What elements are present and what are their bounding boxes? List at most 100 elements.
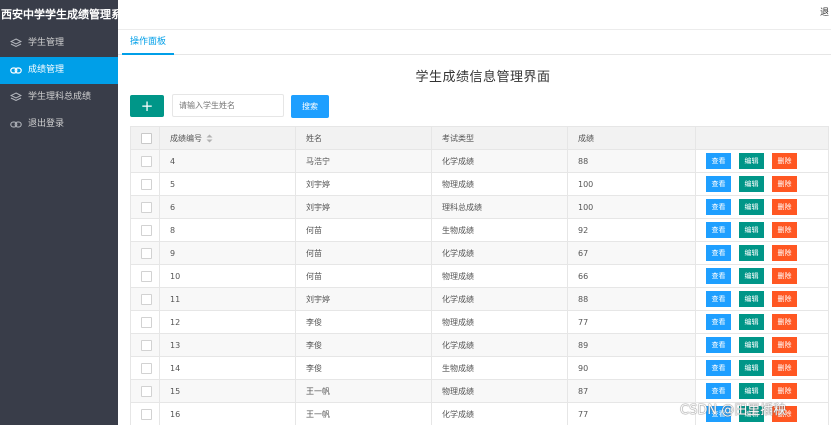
delete-button[interactable]: 删除: [772, 199, 797, 215]
table-row: 8 何苗 生物成绩 92 查看 编辑 删除: [130, 218, 829, 242]
search-button[interactable]: 搜索: [291, 95, 329, 118]
edit-button[interactable]: 编辑: [739, 176, 764, 192]
cell-score: 88: [567, 287, 696, 311]
cell-grade-id: 4: [159, 149, 296, 173]
cell-actions: 查看 编辑 删除: [695, 218, 829, 242]
edit-button[interactable]: 编辑: [739, 222, 764, 238]
view-button[interactable]: 查看: [706, 199, 731, 215]
cell-grade-id: 9: [159, 241, 296, 265]
cell-student-name: 刘宇婷: [295, 195, 432, 219]
cell-student-name: 刘宇婷: [295, 172, 432, 196]
sort-icon[interactable]: [206, 134, 213, 143]
edit-button[interactable]: 编辑: [739, 268, 764, 284]
view-button[interactable]: 查看: [706, 314, 731, 330]
row-checkbox[interactable]: [141, 155, 152, 167]
cell-score: 100: [567, 172, 696, 196]
layers-icon: [10, 38, 22, 49]
view-button[interactable]: 查看: [706, 176, 731, 192]
row-checkbox[interactable]: [141, 316, 152, 328]
table-row: 11 刘宇婷 化学成绩 88 查看 编辑 删除: [130, 287, 829, 311]
cell-student-name: 李俊: [295, 333, 432, 357]
view-button[interactable]: 查看: [706, 360, 731, 376]
delete-button[interactable]: 删除: [772, 291, 797, 307]
row-checkbox[interactable]: [141, 339, 152, 351]
cell-actions: 查看 编辑 删除: [695, 149, 829, 173]
row-checkbox[interactable]: [141, 293, 152, 305]
edit-button[interactable]: 编辑: [739, 153, 764, 169]
row-checkbox[interactable]: [141, 362, 152, 374]
view-button[interactable]: 查看: [706, 245, 731, 261]
edit-button[interactable]: 编辑: [739, 383, 764, 399]
view-button[interactable]: 查看: [706, 222, 731, 238]
view-button[interactable]: 查看: [706, 153, 731, 169]
edit-button[interactable]: 编辑: [739, 291, 764, 307]
row-checkbox[interactable]: [141, 270, 152, 282]
cell-exam-type: 物理成绩: [431, 264, 568, 288]
cell-exam-type: 化学成绩: [431, 241, 568, 265]
sidebar-item-student-management[interactable]: 学生管理: [0, 30, 118, 57]
column-header-name: 姓名: [295, 126, 432, 150]
row-checkbox[interactable]: [141, 385, 152, 397]
cell-grade-id: 13: [159, 333, 296, 357]
cell-student-name: 李俊: [295, 356, 432, 380]
row-select-cell: [130, 218, 160, 242]
row-checkbox[interactable]: [141, 178, 152, 190]
edit-button[interactable]: 编辑: [739, 360, 764, 376]
app-title: 西安中学学生成绩管理系: [0, 0, 118, 30]
cell-actions: 查看 编辑 删除: [695, 310, 829, 334]
add-record-button[interactable]: +: [130, 95, 164, 117]
cell-student-name: 何苗: [295, 241, 432, 265]
view-button[interactable]: 查看: [706, 337, 731, 353]
edit-button[interactable]: 编辑: [739, 245, 764, 261]
cell-actions: 查看 编辑 删除: [695, 356, 829, 380]
cell-exam-type: 化学成绩: [431, 333, 568, 357]
row-checkbox[interactable]: [141, 247, 152, 259]
layers-icon: [10, 92, 22, 103]
cell-score: 66: [567, 264, 696, 288]
cell-student-name: 李俊: [295, 310, 432, 334]
delete-button[interactable]: 删除: [772, 176, 797, 192]
delete-button[interactable]: 删除: [772, 268, 797, 284]
edit-button[interactable]: 编辑: [739, 337, 764, 353]
sidebar-item-grade-management[interactable]: 成绩管理: [0, 57, 118, 84]
row-select-cell: [130, 333, 160, 357]
delete-button[interactable]: 删除: [772, 153, 797, 169]
cell-actions: 查看 编辑 删除: [695, 195, 829, 219]
delete-button[interactable]: 删除: [772, 222, 797, 238]
cell-score: 87: [567, 379, 696, 403]
delete-button[interactable]: 删除: [772, 360, 797, 376]
cell-score: 77: [567, 402, 696, 425]
row-checkbox[interactable]: [141, 408, 152, 420]
sidebar-item-label: 退出登录: [28, 119, 65, 129]
column-header-actions: [695, 126, 829, 150]
sidebar: 学生管理 成绩管理 学生理科总成绩 退出登录: [0, 30, 118, 425]
cell-score: 100: [567, 195, 696, 219]
sidebar-item-science-total[interactable]: 学生理科总成绩: [0, 84, 118, 111]
cell-score: 92: [567, 218, 696, 242]
row-select-cell: [130, 149, 160, 173]
table-row: 14 李俊 生物成绩 90 查看 编辑 删除: [130, 356, 829, 380]
delete-button[interactable]: 删除: [772, 337, 797, 353]
delete-button[interactable]: 删除: [772, 383, 797, 399]
sidebar-item-label: 学生理科总成绩: [28, 92, 92, 102]
cell-actions: 查看 编辑 删除: [695, 333, 829, 357]
header-logout-link[interactable]: 退: [820, 0, 831, 30]
delete-button[interactable]: 删除: [772, 314, 797, 330]
view-button[interactable]: 查看: [706, 268, 731, 284]
cell-student-name: 何苗: [295, 218, 432, 242]
search-input[interactable]: [172, 94, 284, 117]
row-checkbox[interactable]: [141, 201, 152, 213]
row-select-cell: [130, 195, 160, 219]
cell-score: 67: [567, 241, 696, 265]
column-header-id[interactable]: 成绩编号: [159, 126, 296, 150]
sidebar-item-logout[interactable]: 退出登录: [0, 111, 118, 138]
tab-operation-panel[interactable]: 操作面板: [122, 30, 175, 55]
delete-button[interactable]: 删除: [772, 245, 797, 261]
row-checkbox[interactable]: [141, 224, 152, 236]
select-all-checkbox[interactable]: [141, 132, 152, 144]
view-button[interactable]: 查看: [706, 383, 731, 399]
edit-button[interactable]: 编辑: [739, 199, 764, 215]
view-button[interactable]: 查看: [706, 291, 731, 307]
edit-button[interactable]: 编辑: [739, 314, 764, 330]
row-select-cell: [130, 287, 160, 311]
